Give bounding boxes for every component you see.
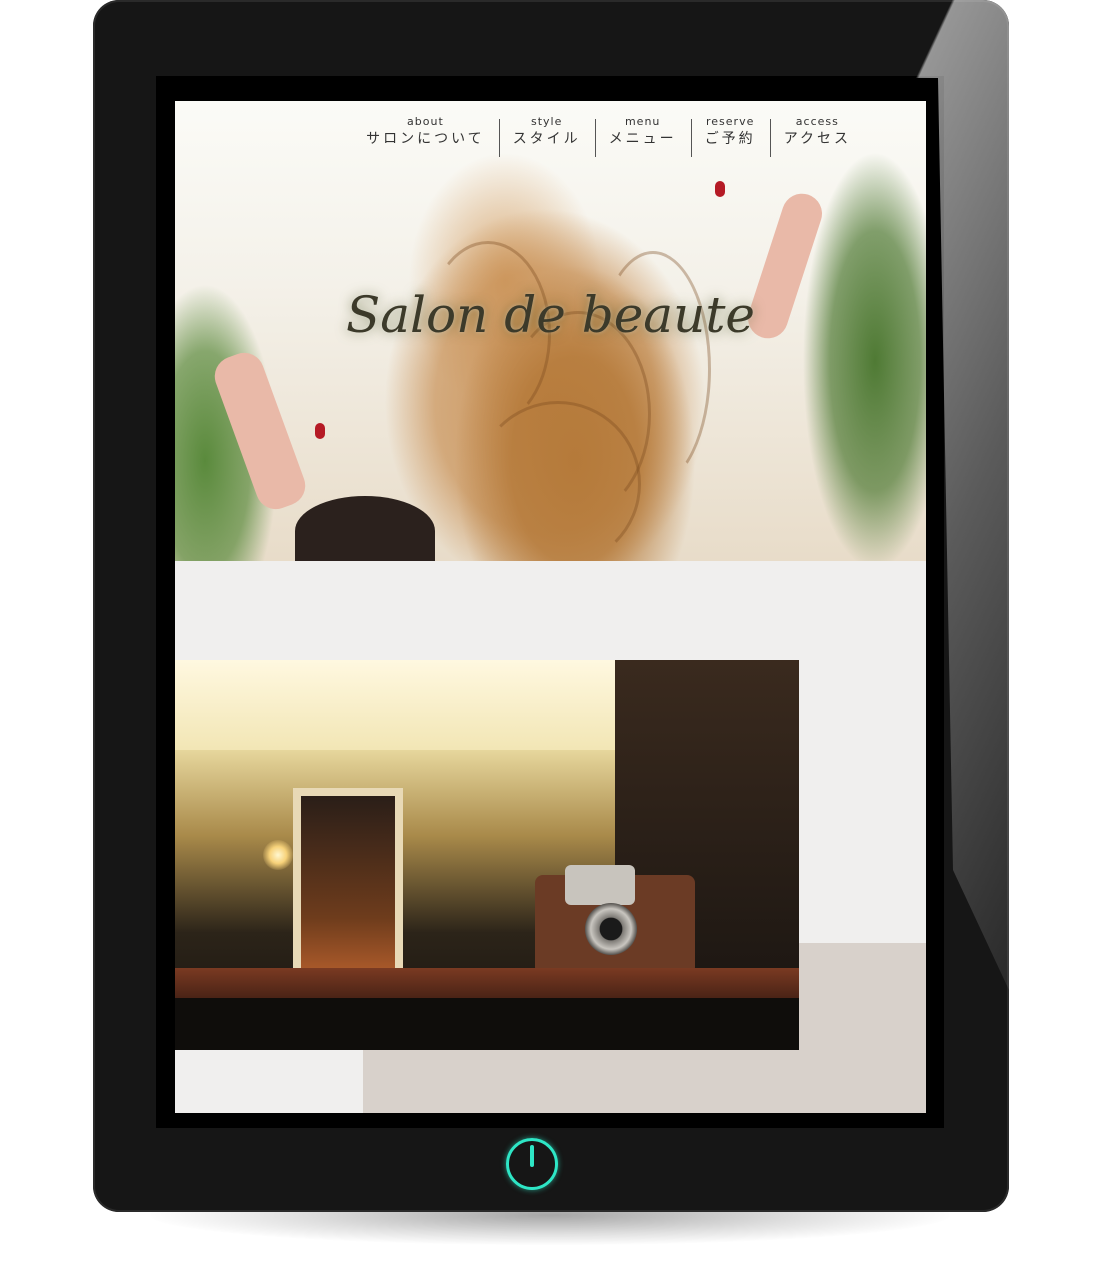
nav-label-ja: アクセス	[783, 131, 851, 147]
nav-label-en: about	[407, 115, 444, 128]
camera-top	[565, 865, 635, 905]
site-logo: Salon de beaute	[345, 286, 756, 344]
shelf-shadow	[175, 998, 799, 1050]
nail	[715, 181, 725, 197]
nav-item-access[interactable]: access アクセス	[769, 115, 865, 161]
nav-label-en: style	[530, 115, 563, 128]
hanging-lamp	[263, 840, 293, 870]
hair-strand	[475, 401, 641, 561]
hero-image: about サロンについて style スタイル menu メニュー reser…	[175, 101, 926, 561]
nav-label-ja: スタイル	[512, 131, 581, 147]
power-icon[interactable]	[506, 1138, 558, 1190]
vintage-camera	[535, 865, 695, 975]
nav-item-style[interactable]: style スタイル	[498, 115, 595, 161]
camera-lens	[585, 903, 637, 955]
display-frame	[293, 788, 403, 978]
nav-item-menu[interactable]: menu メニュー	[594, 115, 691, 161]
nail	[315, 423, 325, 439]
nav-label-en: menu	[624, 115, 661, 128]
main-nav: about サロンについて style スタイル menu メニュー reser…	[235, 115, 865, 161]
left-hand	[209, 347, 311, 515]
nav-item-reserve[interactable]: reserve ご予約	[690, 115, 770, 161]
nav-label-ja: サロンについて	[366, 131, 485, 147]
tablet-screen: about サロンについて style スタイル menu メニュー reser…	[175, 101, 926, 1113]
wooden-shelf	[175, 968, 799, 998]
salon-interior-photo	[175, 660, 799, 1050]
nav-label-en: reserve	[706, 115, 755, 128]
nav-label-en: access	[795, 115, 839, 128]
nav-label-ja: メニュー	[608, 131, 677, 147]
dark-garment	[295, 496, 435, 561]
nav-label-ja: ご予約	[704, 131, 756, 147]
nav-item-about[interactable]: about サロンについて	[352, 115, 499, 161]
